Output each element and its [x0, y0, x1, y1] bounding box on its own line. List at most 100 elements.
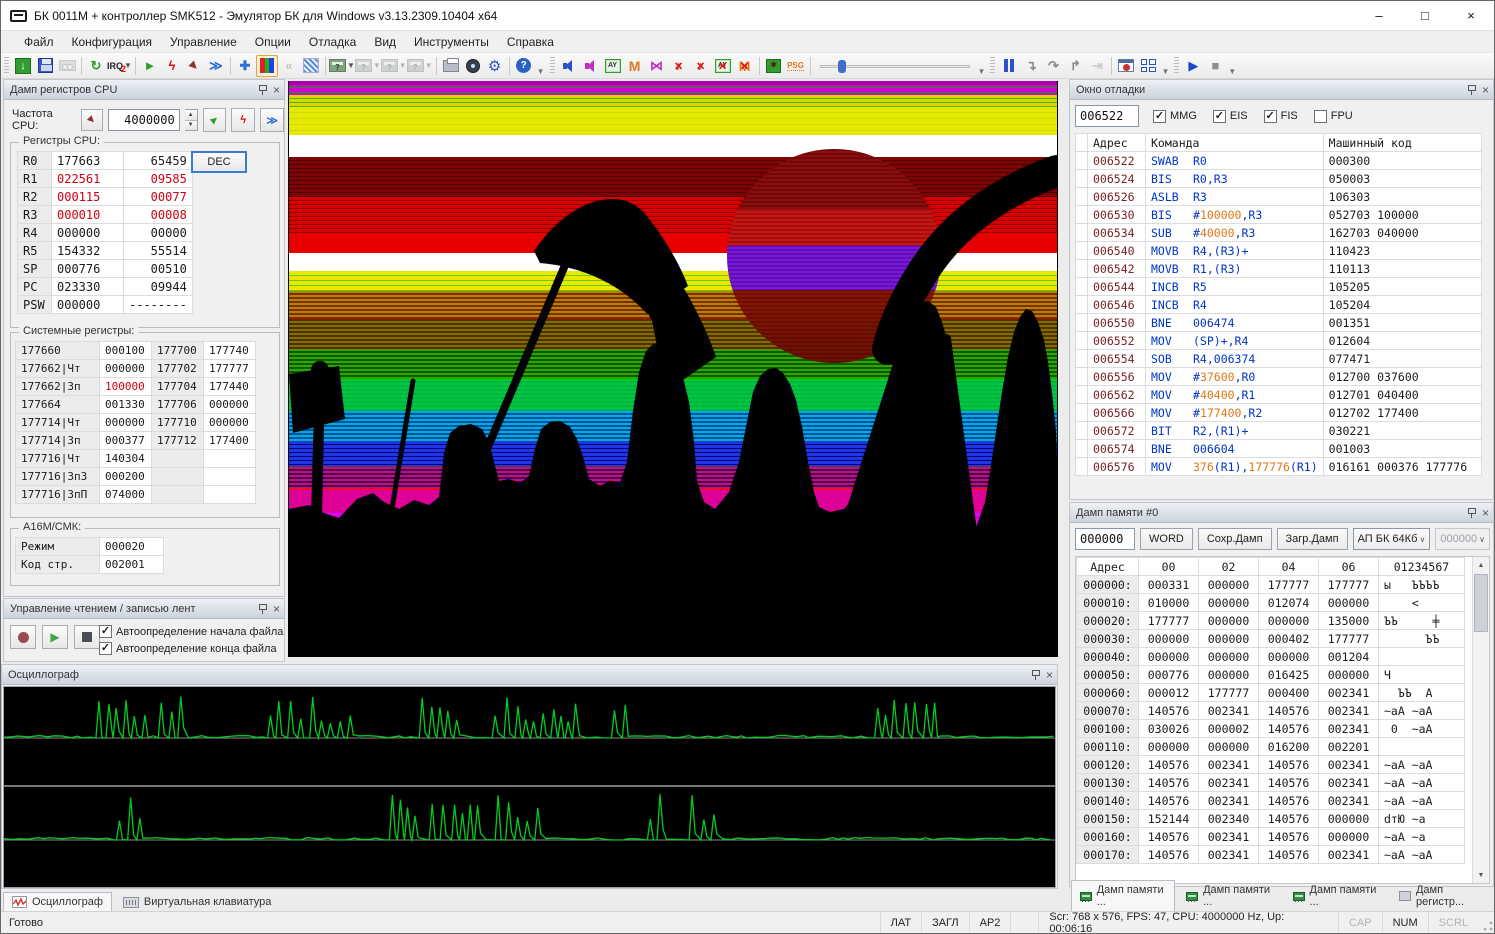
word-mode-button[interactable]: WORD: [1140, 528, 1193, 550]
pin-icon[interactable]: [258, 603, 267, 614]
menu-item-Отладка[interactable]: Отладка: [300, 33, 365, 51]
color-mode-button[interactable]: [256, 55, 278, 77]
disasm-row[interactable]: 006566MOV#177400,R2012702 177400: [1076, 404, 1482, 422]
memory-row[interactable]: 000040:000000000000000000001204: [1077, 648, 1465, 666]
max-speed-button[interactable]: ≫: [260, 108, 284, 132]
tape-button[interactable]: [56, 55, 78, 77]
disasm-row[interactable]: 006544INCBR5105205: [1076, 278, 1482, 296]
step-over-button[interactable]: ↷: [1042, 55, 1064, 77]
disasm-row[interactable]: 006576MOV376(R1),177776(R1)016161 000376…: [1076, 458, 1482, 476]
disasm-row[interactable]: 006542MOVBR1,(R3)110113: [1076, 260, 1482, 278]
toolbar-grip[interactable]: [550, 57, 555, 75]
help-button[interactable]: ?: [513, 55, 535, 77]
irq-button[interactable]: IRQ2▼: [107, 55, 132, 77]
register-row[interactable]: R515433255514: [18, 242, 193, 260]
register-row[interactable]: R102256109585: [18, 170, 193, 188]
drive-a-button[interactable]: ?▼: [329, 55, 355, 77]
memory-row[interactable]: 000100:030026000002140576002341 0 ~аА: [1077, 720, 1465, 738]
fullscreen-button[interactable]: ✚: [234, 55, 256, 77]
speaker-button[interactable]: [580, 55, 602, 77]
dock-tab-Дамп регистр...[interactable]: Дамп регистр...: [1390, 880, 1494, 912]
memory-row[interactable]: 000150:152144002340140576000000dтЮ ~а: [1077, 810, 1465, 828]
prev-screen-button[interactable]: «: [278, 55, 300, 77]
print-button[interactable]: [440, 55, 462, 77]
emulator-screen[interactable]: [288, 81, 1058, 657]
disasm-row[interactable]: 006540MOVBR4,(R3)+110423: [1076, 242, 1482, 260]
sound-debug-button[interactable]: ✶: [763, 55, 785, 77]
memory-row[interactable]: 000160:140576002341140576000000~аА ~а: [1077, 828, 1465, 846]
menu-item-Справка[interactable]: Справка: [498, 33, 563, 51]
break-button[interactable]: ϟ: [161, 55, 183, 77]
memory-row[interactable]: 000140:140576002341140576002341~аА ~аА: [1077, 792, 1465, 810]
save-file-button[interactable]: [34, 55, 56, 77]
scroll-thumb[interactable]: [1474, 574, 1488, 632]
disasm-row[interactable]: 006562MOV#40400,R1012701 040400: [1076, 386, 1482, 404]
mono-button[interactable]: ⋈: [646, 55, 668, 77]
disasm-row[interactable]: 006574BNE006604001003: [1076, 440, 1482, 458]
memory-address-input[interactable]: [1075, 528, 1135, 550]
psg-log-button[interactable]: PSG: [785, 55, 807, 77]
menu-item-Вид[interactable]: Вид: [365, 33, 405, 51]
memory-row[interactable]: 000170:140576002341140576002341~аА ~аА: [1077, 846, 1465, 864]
drive-b-button[interactable]: ?▼: [355, 55, 381, 77]
mute-channel2-button[interactable]: ♪: [690, 55, 712, 77]
disasm-row[interactable]: 006522SWABR0000300: [1076, 152, 1482, 170]
close-button[interactable]: ×: [1448, 1, 1494, 30]
toolbar-grip[interactable]: [990, 57, 995, 75]
memory-scrollbar[interactable]: ▲ ▼: [1472, 557, 1489, 883]
pin-icon[interactable]: [1467, 507, 1476, 518]
pin-icon[interactable]: [1031, 669, 1040, 680]
disasm-row[interactable]: 006526ASLBR3106303: [1076, 188, 1482, 206]
toolbar-grip[interactable]: [1174, 57, 1179, 75]
menu-item-Инструменты[interactable]: Инструменты: [405, 33, 498, 51]
pin-icon[interactable]: [258, 84, 267, 95]
disasm-row[interactable]: 006530BIS#100000,R3052703 100000: [1076, 206, 1482, 224]
close-icon[interactable]: ×: [1482, 507, 1489, 519]
memory-row[interactable]: 000030:000000000000000402177777 ЪЪ: [1077, 630, 1465, 648]
stop-button[interactable]: ■: [1204, 55, 1226, 77]
toolbar-grip[interactable]: [4, 57, 9, 75]
volume-slider[interactable]: [820, 58, 970, 74]
register-row[interactable]: SP00077600510: [18, 260, 193, 278]
tape-record-button[interactable]: [10, 625, 36, 649]
pause-button[interactable]: [998, 55, 1020, 77]
debug-checkbox-FPU[interactable]: FPU: [1314, 110, 1353, 123]
step-out-button[interactable]: ↱: [1064, 55, 1086, 77]
screenshot-button[interactable]: [462, 55, 484, 77]
disasm-row[interactable]: 006552MOV(SP)+,R4012604: [1076, 332, 1482, 350]
freq-spinner[interactable]: ▲▼: [185, 109, 198, 131]
dock-tab-Дамп памяти ...[interactable]: Дамп памяти ...: [1284, 880, 1388, 912]
pointer-button[interactable]: ►: [183, 55, 205, 77]
debug-checkbox-MMG[interactable]: ✓MMG: [1153, 110, 1197, 123]
register-row[interactable]: R300001000008: [18, 206, 193, 224]
disasm-row[interactable]: 006524BISR0,R3050003: [1076, 170, 1482, 188]
step-into-button[interactable]: ↴: [1020, 55, 1042, 77]
toolbar-overflow[interactable]: ▼: [537, 67, 545, 78]
cpu-freq-input[interactable]: [108, 109, 180, 131]
save-dump-button[interactable]: Сохр.Дамп: [1198, 528, 1272, 550]
layout-button[interactable]: [1137, 55, 1159, 77]
debug-checkbox-FIS[interactable]: ✓FIS: [1264, 110, 1298, 123]
play-button[interactable]: ▶: [1182, 55, 1204, 77]
turbo-button[interactable]: ϟ: [231, 108, 255, 132]
disasm-row[interactable]: 006546INCBR4105204: [1076, 296, 1482, 314]
tape-play-button[interactable]: ▶: [42, 625, 68, 649]
run-button[interactable]: ►: [139, 55, 161, 77]
auto-start-checkbox[interactable]: ✓Автоопределение начала файла: [99, 625, 283, 638]
memory-row[interactable]: 000010:010000000000012074000000 <: [1077, 594, 1465, 612]
apply-freq-button[interactable]: ►: [203, 108, 227, 132]
mute-channel1-button[interactable]: ♪: [668, 55, 690, 77]
resize-grip[interactable]: [1482, 912, 1494, 933]
menu-item-Файл[interactable]: Файл: [15, 33, 63, 51]
drive-d-button[interactable]: ?▼: [407, 55, 433, 77]
register-row[interactable]: R200011500077: [18, 188, 193, 206]
toolbar-overflow[interactable]: ▼: [978, 67, 986, 78]
memory-row[interactable]: 000000:000331000000177777177777ы ЪЪЪЪ: [1077, 576, 1465, 594]
scroll-up-arrow[interactable]: ▲: [1473, 557, 1489, 573]
disasm-row[interactable]: 006554SOBR4,006374077471: [1076, 350, 1482, 368]
dec-toggle-button[interactable]: DEC: [191, 151, 247, 173]
bank-select[interactable]: АП БК 64Кб∨: [1353, 528, 1431, 550]
mute-button[interactable]: [558, 55, 580, 77]
mute-covox-button[interactable]: M: [734, 55, 756, 77]
disasm-row[interactable]: 006550BNE006474001351: [1076, 314, 1482, 332]
